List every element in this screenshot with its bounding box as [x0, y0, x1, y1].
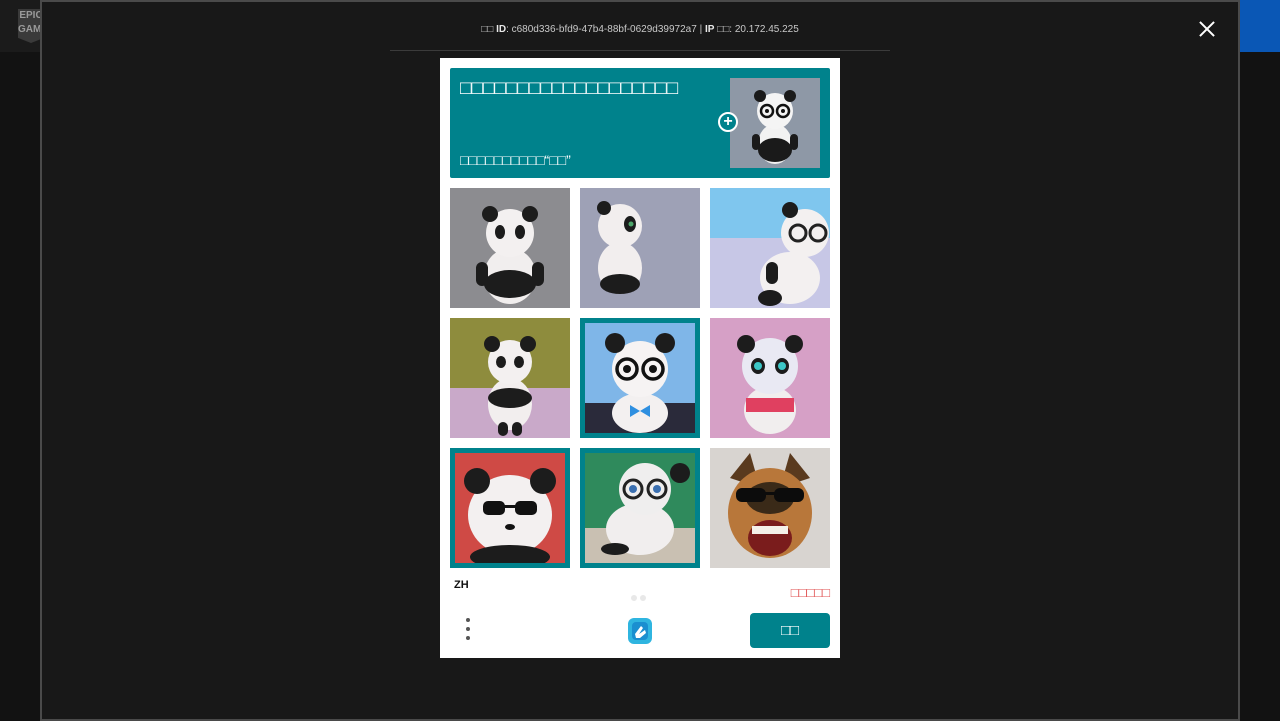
challenge-prompt: □□□□□□□□□□□□□□□□□□□ □□□□□□□□□□“□□” +	[450, 68, 830, 178]
sign-in-button[interactable]	[1238, 0, 1280, 52]
retry-message: □□□□□	[790, 585, 830, 600]
close-icon[interactable]	[1196, 18, 1218, 40]
hcaptcha-challenge: □□□□□□□□□□□□□□□□□□□ □□□□□□□□□□“□□” + ZH …	[440, 58, 840, 658]
ray-id-info: □□ ID: c680d336-bfd9-47b4-88bf-0629d3997…	[481, 24, 799, 35]
challenge-tile-6[interactable]	[710, 318, 830, 438]
example-image-panda-glasses	[730, 78, 820, 168]
challenge-tile-5[interactable]	[580, 318, 700, 438]
challenge-tile-7[interactable]	[450, 448, 570, 568]
divider	[390, 50, 890, 51]
challenge-tile-8[interactable]	[580, 448, 700, 568]
ip-label: IP	[704, 24, 715, 35]
challenge-tile-9[interactable]	[710, 448, 830, 568]
challenge-tile-1[interactable]	[450, 188, 570, 308]
language-selector[interactable]: ZH	[454, 579, 469, 591]
plus-icon: +	[718, 112, 738, 132]
verify-button[interactable]: □□	[750, 613, 830, 648]
ray-id-prefix: □□	[481, 24, 494, 35]
challenge-tile-4[interactable]	[450, 318, 570, 438]
hcaptcha-logo-icon[interactable]	[624, 614, 656, 648]
prompt-title: □□□□□□□□□□□□□□□□□□□	[460, 78, 679, 99]
prompt-subtitle: □□□□□□□□□□“□□”	[460, 152, 571, 168]
challenge-tile-2[interactable]	[580, 188, 700, 308]
ray-id-value: c680d336-bfd9-47b4-88bf-0629d39972a7	[511, 24, 697, 35]
page-indicator	[631, 588, 649, 606]
ray-id-label: ID	[496, 24, 507, 35]
challenge-tile-3[interactable]	[710, 188, 830, 308]
ip-prefix: □□	[717, 24, 730, 35]
ip-value: 20.172.45.225	[734, 24, 799, 35]
more-options-icon[interactable]	[464, 618, 472, 644]
